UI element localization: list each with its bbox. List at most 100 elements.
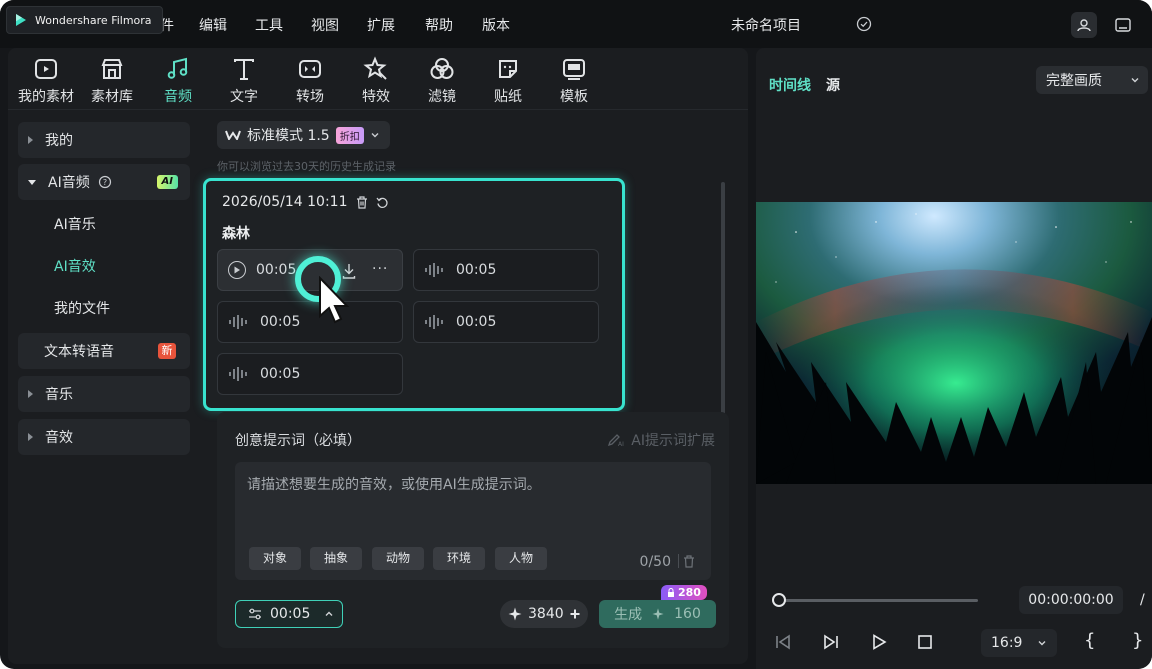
results-scrollbar[interactable] (721, 182, 725, 420)
tool-transitions[interactable]: 转场 (276, 56, 344, 106)
cost-badge: 280 (661, 585, 707, 600)
tool-templates[interactable]: 模板 (540, 56, 608, 106)
template-icon (563, 59, 585, 80)
audio-clip[interactable]: 00:05 (413, 249, 599, 291)
sidebar-item-ai-sfx[interactable]: AI音效 (18, 248, 190, 284)
chevron-down-icon (371, 133, 379, 138)
filmora-window: 文件 Wondershare Filmora 编辑 工具 视图 扩展 帮助 版本… (0, 0, 1152, 669)
credits-button[interactable]: 3840 (500, 600, 588, 628)
menu-edit[interactable]: 编辑 (199, 15, 227, 35)
tag-abstract[interactable]: 抽象 (310, 547, 363, 570)
sidebar-item-mine[interactable]: 我的 (18, 122, 190, 158)
tool-effects[interactable]: 特效 (342, 56, 410, 106)
waveform-icon (229, 367, 247, 381)
sticker-icon (499, 60, 517, 78)
more-icon[interactable]: ··· (372, 261, 388, 277)
tab-source[interactable]: 源 (826, 75, 840, 95)
quality-dropdown[interactable]: 完整画质 (1036, 66, 1148, 94)
sidebar-item-label: AI音频 (48, 175, 90, 191)
audio-clip[interactable]: 00:05 (217, 301, 403, 343)
expand-arrow-icon (28, 433, 33, 441)
clip-duration: 00:05 (260, 314, 301, 330)
menu-help[interactable]: 帮助 (425, 15, 453, 35)
filmora-logo-icon (16, 14, 26, 26)
tool-audio[interactable]: 音频 (144, 56, 212, 106)
layout-icon (1115, 18, 1131, 32)
sparkle-icon (652, 608, 664, 620)
aspect-ratio-dropdown[interactable]: 16:9 (981, 629, 1057, 657)
tool-label: 贴纸 (494, 89, 522, 105)
tag-animal[interactable]: 动物 (372, 547, 425, 570)
char-counter: 0/50 (639, 554, 671, 570)
tool-label: 素材库 (91, 89, 133, 105)
tool-my-media[interactable]: 我的素材 (12, 56, 80, 106)
clear-trash-icon[interactable] (683, 555, 695, 568)
previous-frame-icon[interactable] (774, 633, 792, 651)
app-name-tooltip: Wondershare Filmora (6, 6, 163, 34)
menu-tools[interactable]: 工具 (255, 15, 283, 35)
mouse-cursor-icon (319, 276, 350, 324)
tool-text[interactable]: 文字 (210, 56, 278, 106)
next-frame-icon[interactable] (822, 633, 840, 651)
divider (678, 554, 679, 568)
sidebar-item-sfx[interactable]: 音效 (18, 419, 190, 455)
timecode-display: 00:00:00:00 (1019, 586, 1123, 614)
video-preview[interactable] (756, 202, 1152, 484)
help-icon[interactable]: ? (98, 175, 112, 189)
tag-person[interactable]: 人物 (495, 547, 548, 570)
sidebar-item-label: 文本转语音 (44, 344, 114, 360)
tag-object[interactable]: 对象 (249, 547, 302, 570)
ai-prompt-expand-button[interactable]: AI AI提示词扩展 (607, 430, 715, 450)
stop-icon[interactable] (916, 633, 934, 651)
sidebar-item-tts[interactable]: 文本转语音 新 (18, 333, 190, 369)
menu-extensions[interactable]: 扩展 (367, 15, 395, 35)
play-icon[interactable] (228, 261, 246, 279)
chevron-down-icon (1038, 641, 1046, 646)
mark-in-button[interactable]: { (1084, 630, 1095, 651)
mark-out-button[interactable]: } (1132, 630, 1143, 651)
ratio-value: 16:9 (991, 635, 1023, 651)
clip-duration: 00:05 (260, 366, 301, 382)
menu-view[interactable]: 视图 (311, 15, 339, 35)
sidebar-item-my-files[interactable]: 我的文件 (18, 290, 190, 326)
tool-label: 特效 (362, 89, 390, 105)
playback-progress-track[interactable] (776, 599, 978, 602)
project-title[interactable]: 未命名项目 (731, 15, 801, 35)
tag-environment[interactable]: 环境 (433, 547, 486, 570)
audio-clip[interactable]: 00:05 (413, 301, 599, 343)
trash-icon[interactable] (356, 196, 368, 209)
play-icon[interactable] (870, 633, 888, 651)
tool-filters[interactable]: 滤镜 (408, 56, 476, 106)
audio-clip[interactable]: 00:05 (217, 353, 403, 395)
tool-label: 文字 (230, 89, 258, 105)
discount-badge: 折扣 (335, 126, 364, 144)
sidebar-item-ai-music[interactable]: AI音乐 (18, 206, 190, 242)
prompt-input[interactable]: 请描述想要生成的音效，或使用AI生成提示词。 对象 抽象 动物 环境 人物 0/… (235, 462, 711, 580)
ai-badge: AI (156, 175, 178, 189)
model-mode-dropdown[interactable]: 标准模式 1.5 折扣 (217, 121, 390, 149)
cost-badge-value: 280 (678, 586, 701, 599)
playhead-knob[interactable] (772, 593, 786, 607)
duration-selector[interactable]: 00:05 (235, 600, 343, 628)
ai-expand-label: AI提示词扩展 (631, 433, 715, 449)
account-button[interactable] (1071, 12, 1097, 38)
chevron-down-icon (1131, 78, 1139, 83)
transition-icon (299, 60, 321, 78)
tool-stickers[interactable]: 贴纸 (474, 56, 542, 106)
mode-label: 标准模式 1.5 (247, 128, 330, 144)
tab-timeline[interactable]: 时间线 (769, 75, 811, 95)
tool-label: 滤镜 (428, 89, 456, 105)
credits-value: 3840 (528, 606, 564, 622)
waveform-icon (425, 315, 443, 329)
generate-cost: 160 (674, 606, 701, 622)
layout-button[interactable] (1110, 12, 1136, 38)
tool-stock[interactable]: 素材库 (78, 56, 146, 106)
regenerate-icon[interactable] (376, 196, 389, 209)
sidebar-item-music[interactable]: 音乐 (18, 376, 190, 412)
sidebar-item-ai-audio[interactable]: AI音频 ? AI (18, 164, 190, 200)
tool-label: 音频 (164, 89, 192, 105)
menu-version[interactable]: 版本 (482, 15, 510, 35)
clip-duration: 00:05 (456, 262, 497, 278)
effects-icon (363, 56, 387, 80)
generate-button[interactable]: 生成 160 (599, 600, 716, 628)
